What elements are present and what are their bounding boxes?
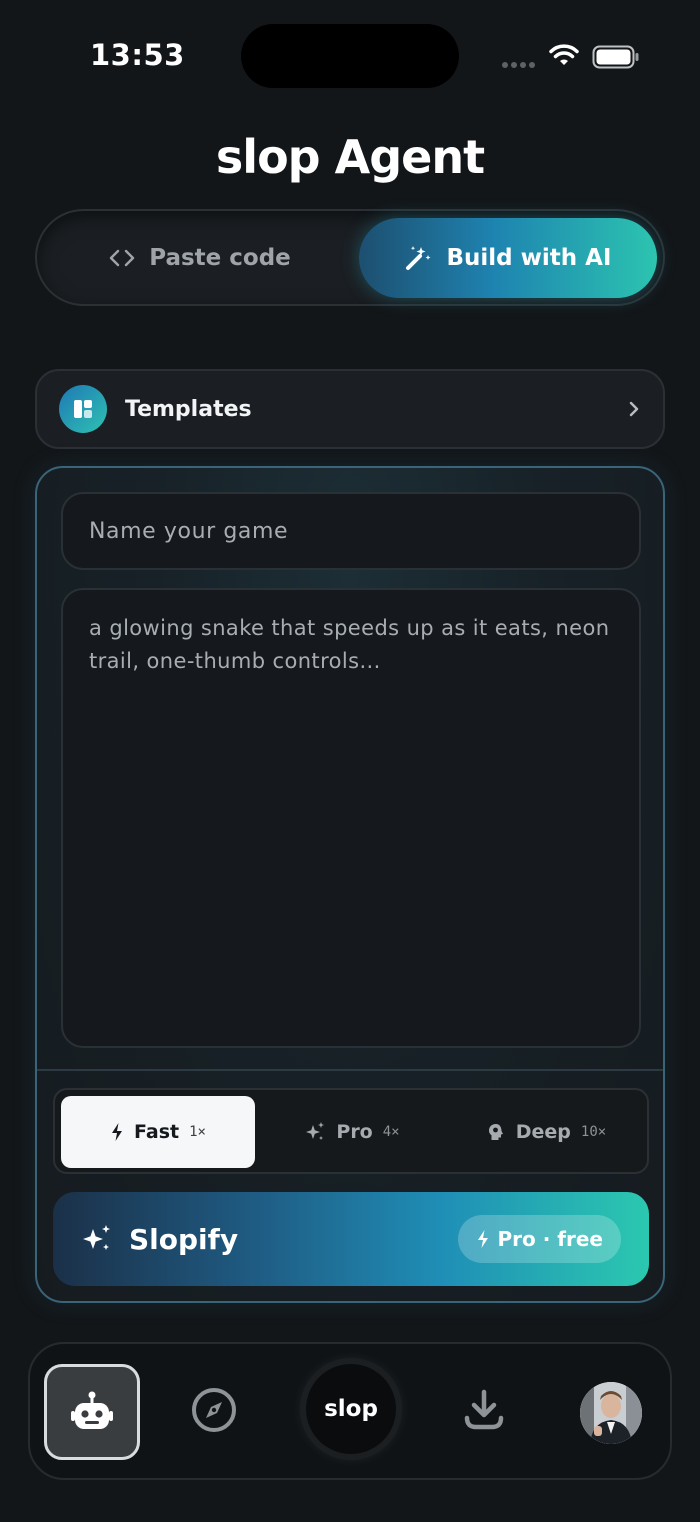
signal-icon (502, 62, 535, 68)
tab-build-with-ai-label: Build with AI (446, 245, 612, 271)
game-prompt-textarea[interactable]: a glowing snake that speeds up as it eat… (61, 588, 641, 1048)
speed-option-fast-label: Fast (134, 1121, 180, 1143)
avatar[interactable] (580, 1382, 642, 1444)
compass-icon[interactable] (190, 1386, 238, 1434)
speed-option-fast[interactable]: Fast 1× (61, 1096, 255, 1168)
bolt-icon (477, 1230, 488, 1248)
speed-option-pro-multiplier: 4× (382, 1124, 400, 1140)
magic-wand-icon (406, 246, 431, 270)
sparkles-icon (306, 1122, 325, 1140)
layout-icon (59, 385, 107, 433)
bolt-icon (112, 1123, 123, 1141)
pro-free-badge: Pro · free (457, 1215, 621, 1263)
download-icon[interactable] (462, 1388, 506, 1432)
speed-option-pro[interactable]: Pro 4× (259, 1096, 445, 1168)
battery-icon (592, 45, 639, 69)
speed-option-deep-multiplier: 10× (580, 1124, 607, 1140)
page-title: slop Agent (215, 130, 485, 184)
tab-paste-code-label: Paste code (149, 245, 291, 271)
slopify-button[interactable]: Slopify Pro · free (53, 1192, 649, 1286)
templates-label: Templates (125, 396, 252, 422)
game-name-input[interactable]: Name your game (61, 492, 641, 570)
sparkles-icon (83, 1225, 110, 1250)
nav-agent[interactable] (44, 1364, 140, 1460)
code-brackets-icon (110, 249, 135, 267)
chevron-right-icon (629, 401, 639, 417)
nav-home-slop[interactable]: slop (306, 1364, 396, 1454)
speed-option-deep-label: Deep (515, 1121, 571, 1143)
speed-option-pro-label: Pro (336, 1121, 373, 1143)
tab-paste-code[interactable]: Paste code (45, 218, 355, 298)
speed-option-deep[interactable]: Deep 10× (449, 1096, 643, 1168)
status-time: 13:53 (90, 38, 185, 72)
mode-switch: Paste code Build with AI (35, 209, 665, 306)
brain-icon (488, 1124, 503, 1140)
templates-button[interactable]: Templates (35, 369, 665, 449)
composer-card: Name your game a glowing snake that spee… (35, 466, 665, 1303)
composer-divider (37, 1069, 663, 1071)
dynamic-island (241, 24, 459, 88)
speed-option-fast-multiplier: 1× (189, 1124, 206, 1140)
speed-selector: Fast 1× Pro 4× Deep 10× (53, 1088, 649, 1174)
robot-icon (71, 1391, 113, 1429)
slopify-label: Slopify (129, 1222, 239, 1256)
pro-free-badge-label: Pro · free (497, 1227, 603, 1251)
tab-build-with-ai[interactable]: Build with AI (359, 218, 657, 298)
wifi-icon (549, 44, 579, 65)
bottom-nav: slop (28, 1342, 672, 1480)
